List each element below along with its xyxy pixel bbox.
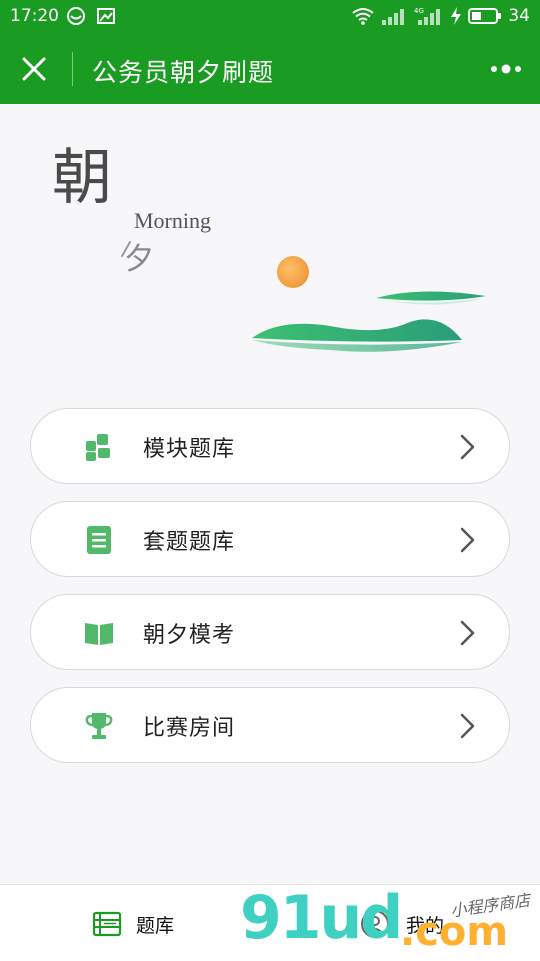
battery-level: 34 [508,6,530,26]
battery-icon [468,8,502,24]
nav-divider [72,52,73,86]
sunrise-hills-illustration [252,256,486,352]
tab-label: 题库 [136,915,175,937]
menu-item-module-bank[interactable]: 模块题库 [30,408,510,484]
hero-char-large: 朝 [52,143,112,213]
more-options-icon[interactable] [486,54,526,84]
hero-char-small: 夕 [124,242,154,277]
network-label: 4G [414,7,424,15]
menu-item-label: 套题题库 [143,530,236,555]
image-notification-icon [97,8,115,24]
nav-bar: 公务员朝夕刷题 [0,34,540,104]
question-bank-icon [92,911,122,937]
signal-4g-icon: 4G [414,7,441,25]
grid-blocks-icon [86,434,110,461]
menu-item-label: 比赛房间 [143,716,236,741]
document-list-icon [87,526,111,554]
open-book-icon [85,623,113,645]
menu-item-contest-room[interactable]: 比赛房间 [30,687,510,763]
profile-icon [361,910,389,938]
tab-label: 我的 [406,915,445,937]
status-right-icons: 4G 34 [352,6,530,26]
chevron-right-icon [460,713,475,739]
charging-icon [451,7,462,25]
menu-item-label: 朝夕模考 [143,623,236,648]
wifi-icon [352,8,374,25]
tab-profile[interactable]: 我的 [270,885,540,961]
hero-banner: 朝 Morning 夕 [0,104,540,384]
bottom-tab-bar: 题库 我的 [0,884,540,961]
signal-icon [382,9,405,25]
page-title: 公务员朝夕刷题 [92,58,275,87]
close-icon[interactable] [16,51,52,87]
hero-word: Morning [134,208,211,233]
menu-item-mock-exam[interactable]: 朝夕模考 [30,594,510,670]
status-time: 17:20 [10,6,59,26]
status-left-icons [66,6,116,26]
app-notification-icon [67,7,85,25]
trophy-icon [85,713,113,739]
menu-item-label: 模块题库 [143,437,236,462]
chevron-right-icon [460,527,475,553]
tab-question-bank[interactable]: 题库 [0,885,270,961]
chevron-right-icon [460,434,475,460]
menu-item-set-bank[interactable]: 套题题库 [30,501,510,577]
status-bar: 17:20 4G 34 [0,0,540,34]
chevron-right-icon [460,620,475,646]
